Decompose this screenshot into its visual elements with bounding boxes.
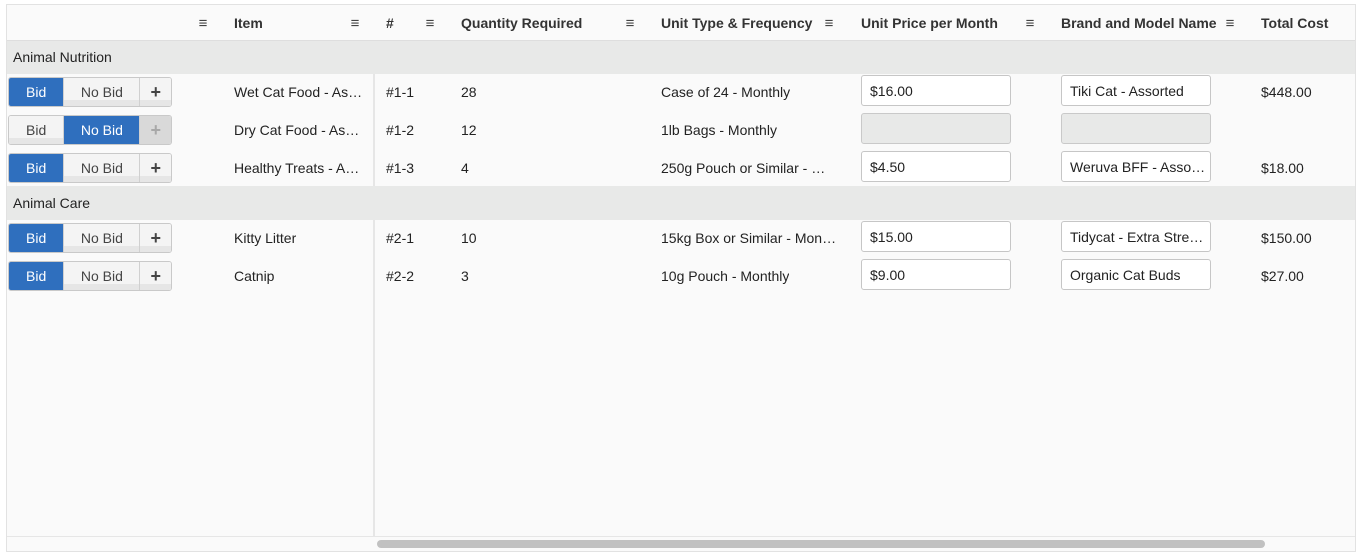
total-cell: $27.00 <box>1261 268 1304 284</box>
bid-toggle: Bid No Bid + <box>8 223 172 253</box>
grid-header: ≡ Item ≡ # ≡ Quantity Required ≡ Unit Ty… <box>7 5 1355 41</box>
horizontal-scrollbar-thumb[interactable] <box>377 540 1265 548</box>
unit-type-cell: 1lb Bags - Monthly <box>661 122 777 138</box>
quantity-cell: 3 <box>461 268 469 284</box>
item-cell: Catnip <box>234 268 275 284</box>
table-row: Bid No Bid + Catnip #2-2 3 10g Pouch - M… <box>7 257 1355 295</box>
unit-price-input[interactable]: $15.00 <box>861 221 1011 252</box>
item-cell: Wet Cat Food - Assorted <box>234 84 364 100</box>
bid-button[interactable]: Bid <box>9 78 65 106</box>
number-cell: #2-1 <box>386 230 415 246</box>
brand-input[interactable]: Tiki Cat - Assorted <box>1061 75 1211 106</box>
no-bid-button[interactable]: No Bid <box>64 224 141 252</box>
quantity-cell: 4 <box>461 160 469 176</box>
column-header-total[interactable]: Total Cost <box>1261 5 1328 41</box>
unit-price-input[interactable]: $16.00 <box>861 75 1011 106</box>
brand-input <box>1061 113 1211 144</box>
item-cell: Healthy Treats - Assorted <box>234 160 364 176</box>
column-header-unit-type[interactable]: Unit Type & Frequency <box>661 5 812 41</box>
item-cell: Dry Cat Food - Assorted <box>234 122 364 138</box>
table-row: Bid No Bid + Kitty Litter #2-1 10 15kg B… <box>7 219 1355 257</box>
bid-grid: ≡ Item ≡ # ≡ Quantity Required ≡ Unit Ty… <box>6 4 1356 552</box>
menu-icon[interactable]: ≡ <box>1223 5 1237 41</box>
number-cell: #1-3 <box>386 160 415 176</box>
unit-type-cell: 250g Pouch or Similar - Monthly <box>661 160 831 176</box>
menu-icon[interactable]: ≡ <box>423 5 437 41</box>
table-row: Bid No Bid + Healthy Treats - Assorted #… <box>7 149 1355 187</box>
column-header-brand[interactable]: Brand and Model Name <box>1061 5 1217 41</box>
menu-icon[interactable]: ≡ <box>1023 5 1037 41</box>
bid-button[interactable]: Bid <box>9 116 65 144</box>
no-bid-button[interactable]: No Bid <box>64 116 141 144</box>
brand-input[interactable]: Tidycat - Extra Strength <box>1061 221 1211 252</box>
plus-icon: + <box>140 116 171 144</box>
quantity-cell: 12 <box>461 122 477 138</box>
horizontal-scrollbar[interactable] <box>375 537 1355 551</box>
pinned-column-divider <box>373 5 375 537</box>
number-cell: #1-1 <box>386 84 415 100</box>
menu-icon[interactable]: ≡ <box>623 5 637 41</box>
bid-toggle: Bid No Bid + <box>8 153 172 183</box>
unit-type-cell: 15kg Box or Similar - Monthly <box>661 230 837 246</box>
total-cell <box>1261 111 1351 149</box>
column-header-unit-price[interactable]: Unit Price per Month <box>861 5 998 41</box>
group-label: Animal Nutrition <box>13 49 112 65</box>
table-row: Bid No Bid + Dry Cat Food - Assorted #1-… <box>7 111 1355 149</box>
number-cell: #2-2 <box>386 268 415 284</box>
column-header-number[interactable]: # <box>386 5 394 41</box>
bid-button[interactable]: Bid <box>9 262 65 290</box>
menu-icon[interactable]: ≡ <box>822 5 836 41</box>
column-header-quantity[interactable]: Quantity Required <box>461 5 582 41</box>
menu-icon[interactable]: ≡ <box>196 5 210 41</box>
menu-icon[interactable]: ≡ <box>348 5 362 41</box>
bid-button[interactable]: Bid <box>9 224 65 252</box>
group-row-animal-nutrition[interactable]: Animal Nutrition <box>7 40 1355 74</box>
total-cell: $448.00 <box>1261 84 1312 100</box>
unit-price-input[interactable]: $9.00 <box>861 259 1011 290</box>
no-bid-button[interactable]: No Bid <box>64 78 141 106</box>
table-row: Bid No Bid + Wet Cat Food - Assorted #1-… <box>7 73 1355 111</box>
bid-button[interactable]: Bid <box>9 154 65 182</box>
unit-type-cell: Case of 24 - Monthly <box>661 84 791 100</box>
unit-type-cell: 10g Pouch - Monthly <box>661 268 790 284</box>
number-cell: #1-2 <box>386 122 415 138</box>
plus-icon[interactable]: + <box>140 154 171 182</box>
group-row-animal-care[interactable]: Animal Care <box>7 186 1355 220</box>
group-label: Animal Care <box>13 195 91 211</box>
plus-icon[interactable]: + <box>140 262 171 290</box>
unit-price-input[interactable]: $4.50 <box>861 151 1011 182</box>
no-bid-button[interactable]: No Bid <box>64 154 141 182</box>
total-cell: $18.00 <box>1261 160 1304 176</box>
quantity-cell: 28 <box>461 84 477 100</box>
bid-toggle: Bid No Bid + <box>8 115 172 145</box>
quantity-cell: 10 <box>461 230 477 246</box>
no-bid-button[interactable]: No Bid <box>64 262 141 290</box>
brand-input[interactable]: Weruva BFF - Assorted <box>1061 151 1211 182</box>
unit-price-input <box>861 113 1011 144</box>
bid-toggle: Bid No Bid + <box>8 261 172 291</box>
total-cell: $150.00 <box>1261 230 1312 246</box>
column-header-item[interactable]: Item <box>234 5 263 41</box>
item-cell: Kitty Litter <box>234 230 297 246</box>
plus-icon[interactable]: + <box>140 78 171 106</box>
bid-toggle: Bid No Bid + <box>8 77 172 107</box>
plus-icon[interactable]: + <box>140 224 171 252</box>
brand-input[interactable]: Organic Cat Buds <box>1061 259 1211 290</box>
